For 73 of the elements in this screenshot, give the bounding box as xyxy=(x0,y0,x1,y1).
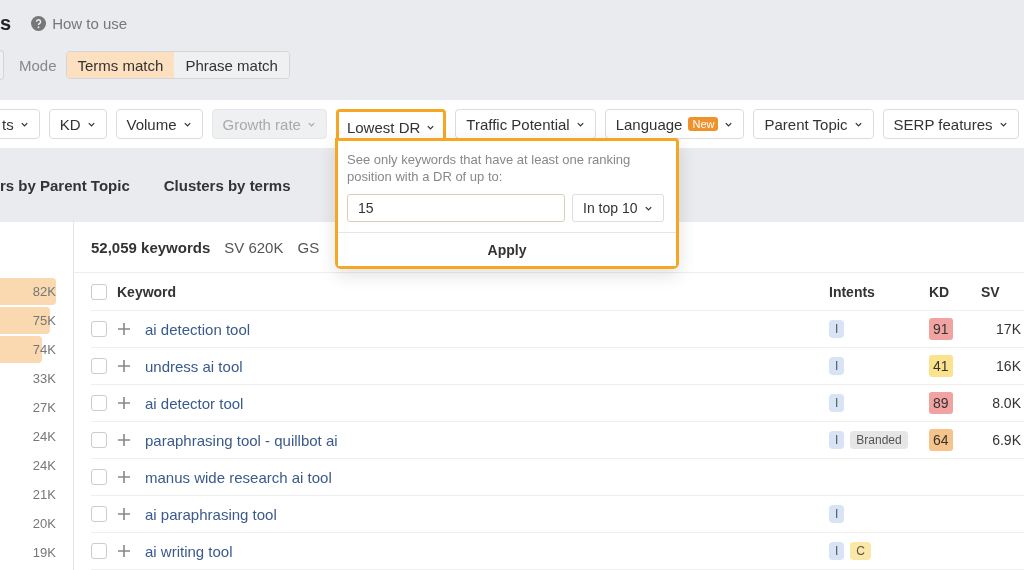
keyword-link[interactable]: ai detection tool xyxy=(145,320,251,338)
search-volume-total: SV 620K xyxy=(224,238,284,256)
volume-value: 20K xyxy=(32,516,56,531)
intent-tag: C xyxy=(850,542,871,560)
intent-tag: I xyxy=(829,320,845,338)
intent-tag: I xyxy=(829,357,845,375)
volume-value: 24K xyxy=(32,429,56,444)
row-checkbox[interactable] xyxy=(91,432,107,448)
difficulty-score: 64 xyxy=(929,429,953,451)
filter-dropdown[interactable]: Volume xyxy=(115,109,203,139)
row-checkbox[interactable] xyxy=(91,321,107,337)
difficulty-score: 91 xyxy=(929,318,953,340)
plus-icon[interactable] xyxy=(117,544,131,558)
global-volume-total: GS xyxy=(297,238,320,256)
intent-tag: I xyxy=(829,394,845,412)
keyword-link[interactable]: ai detector tool xyxy=(145,394,244,412)
volume-value: 19K xyxy=(32,545,56,560)
mode-option[interactable]: Terms match xyxy=(66,52,175,78)
keyword-count: 52,059 keywords xyxy=(91,238,211,256)
plus-icon[interactable] xyxy=(117,507,131,521)
plus-icon[interactable] xyxy=(117,433,131,447)
keyword-link[interactable]: undress ai tool xyxy=(145,357,243,375)
difficulty-score: 41 xyxy=(929,355,953,377)
filter-dropdown[interactable]: ts xyxy=(0,109,40,139)
new-badge: New xyxy=(688,117,719,131)
intent-tag: I xyxy=(829,431,845,449)
view-tab[interactable]: rs by Parent Topic xyxy=(0,176,130,194)
keyword-link[interactable]: manus wide research ai tool xyxy=(145,468,332,486)
intent-tag: I xyxy=(829,505,845,523)
volume-value: 24K xyxy=(32,458,56,473)
volume-cell: 8.0K xyxy=(992,395,1021,411)
filter-dropdown[interactable]: Parent Topic xyxy=(753,109,874,139)
row-checkbox[interactable] xyxy=(91,506,107,522)
row-checkbox[interactable] xyxy=(91,469,107,485)
volume-value: 27K xyxy=(32,400,56,415)
plus-icon[interactable] xyxy=(117,322,131,336)
column-header[interactable]: Intents xyxy=(829,283,929,300)
mode-option[interactable]: Phrase match xyxy=(174,52,289,78)
filter-dropdown[interactable]: KD xyxy=(48,109,107,139)
column-header[interactable]: SV xyxy=(981,283,1000,300)
keyword-link[interactable]: ai paraphrasing tool xyxy=(145,505,277,523)
keyword-link[interactable]: ai writing tool xyxy=(145,542,233,560)
plus-icon[interactable] xyxy=(117,470,131,484)
mode-label: Mode xyxy=(19,56,57,74)
volume-value: 33K xyxy=(32,371,56,386)
view-tab[interactable]: Clusters by terms xyxy=(163,176,291,194)
volume-value: 21K xyxy=(32,487,56,502)
row-checkbox[interactable] xyxy=(91,395,107,411)
row-checkbox[interactable] xyxy=(91,543,107,559)
volume-cell: 17K xyxy=(996,321,1021,337)
column-header[interactable]: Keyword xyxy=(117,283,177,300)
plus-icon[interactable] xyxy=(117,359,131,373)
volume-value: 82K xyxy=(32,284,56,299)
position-dropdown[interactable]: In top 10 xyxy=(572,194,664,222)
filter-dropdown[interactable]: Language New xyxy=(604,109,745,139)
plus-icon[interactable] xyxy=(117,396,131,410)
row-checkbox[interactable] xyxy=(91,358,107,374)
page-title: s xyxy=(0,11,12,35)
filter-dropdown[interactable]: SERP features xyxy=(882,109,1019,139)
column-header[interactable]: KD xyxy=(929,283,981,300)
select-all-checkbox[interactable] xyxy=(91,283,107,300)
intent-tag: I xyxy=(829,542,845,560)
filter-dropdown[interactable]: Traffic Potential xyxy=(455,109,596,139)
popup-description: See only keywords that have at least one ranking position with a DR of up to: xyxy=(346,151,632,185)
dr-input-field[interactable]: 15 xyxy=(347,194,565,222)
difficulty-score: 89 xyxy=(929,392,953,414)
intent-tag: Branded xyxy=(850,431,908,449)
help-icon xyxy=(31,15,47,31)
volume-cell: 6.9K xyxy=(992,432,1021,448)
help-link[interactable]: How to use xyxy=(31,14,128,32)
volume-cell: 16K xyxy=(996,358,1021,374)
keyword-link[interactable]: paraphrasing tool - quillbot ai xyxy=(145,431,338,449)
apply-button[interactable]: Apply xyxy=(338,232,676,266)
